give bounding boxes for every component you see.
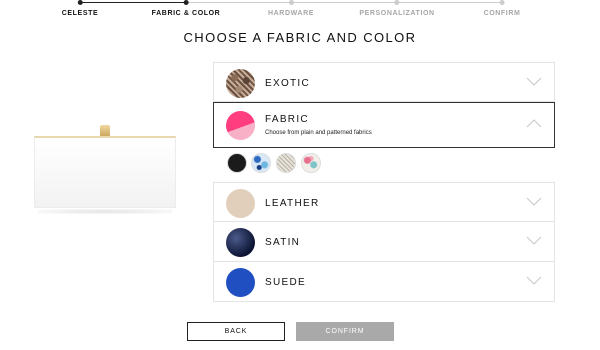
material-name: LEATHER — [265, 198, 320, 209]
leather-swatch — [226, 189, 255, 218]
step-label: HARDWARE — [267, 10, 315, 17]
material-row-fabric[interactable]: FABRIC Choose from plain and patterned f… — [213, 102, 555, 148]
suede-swatch — [226, 268, 255, 297]
clutch-body — [34, 136, 176, 208]
material-name: EXOTIC — [265, 78, 311, 89]
material-name: SATIN — [265, 237, 301, 248]
material-name: SUEDE — [265, 277, 306, 288]
swatch-tweed[interactable] — [276, 153, 296, 173]
swatch-black[interactable] — [227, 153, 247, 173]
step-dot — [183, 0, 189, 5]
fabric-swatch — [226, 111, 255, 140]
product-image-clutch — [34, 125, 176, 215]
material-accordion: EXOTIC FABRIC Choose from plain and patt… — [213, 62, 555, 302]
step-label: PERSONALIZATION — [359, 10, 435, 17]
material-row-suede[interactable]: SUEDE — [213, 262, 555, 302]
step-dot — [394, 0, 400, 5]
progress-line-remaining — [186, 2, 502, 3]
step-personalization[interactable]: PERSONALIZATION — [359, 0, 434, 17]
chevron-down-icon — [526, 77, 542, 86]
step-confirm[interactable]: CONFIRM — [484, 0, 521, 17]
chevron-down-icon — [526, 236, 542, 245]
step-label: CELESTE — [61, 10, 99, 17]
progress-steps: CELESTE FABRIC & COLOR HARDWARE PERSONAL… — [0, 0, 600, 26]
step-fabric-color[interactable]: FABRIC & COLOR — [152, 0, 221, 17]
fabric-swatch-list — [213, 148, 555, 182]
exotic-swatch — [226, 69, 255, 98]
swatch-blue-floral[interactable] — [251, 153, 271, 173]
step-dot — [77, 0, 83, 5]
step-dot — [499, 0, 505, 5]
material-row-exotic[interactable]: EXOTIC — [213, 62, 555, 102]
chevron-down-icon — [526, 276, 542, 285]
material-row-satin[interactable]: SATIN — [213, 222, 555, 262]
satin-swatch — [226, 228, 255, 257]
step-hardware[interactable]: HARDWARE — [268, 0, 314, 17]
chevron-up-icon — [526, 119, 542, 128]
step-label: CONFIRM — [483, 10, 521, 17]
product-shadow — [38, 209, 172, 214]
step-dot — [288, 0, 294, 5]
back-button[interactable]: BACK — [187, 322, 285, 341]
confirm-button[interactable]: CONFIRM — [296, 322, 394, 341]
page-title: CHOOSE A FABRIC AND COLOR — [183, 30, 417, 45]
material-name: FABRIC — [265, 114, 309, 125]
step-label: FABRIC & COLOR — [151, 10, 221, 17]
chevron-down-icon — [526, 197, 542, 206]
swatch-pastel-floral[interactable] — [301, 153, 321, 173]
material-subtitle: Choose from plain and patterned fabrics — [265, 130, 372, 136]
material-row-leather[interactable]: LEATHER — [213, 182, 555, 222]
step-celeste[interactable]: CELESTE — [62, 0, 98, 17]
